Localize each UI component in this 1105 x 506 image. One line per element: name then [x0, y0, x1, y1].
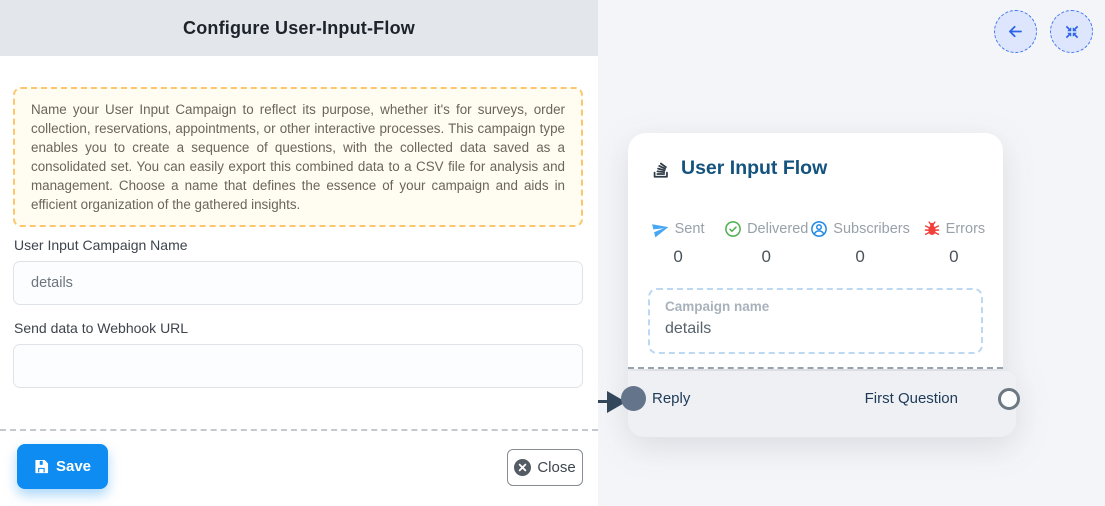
footer-divider	[0, 429, 598, 431]
reply-label: Reply	[652, 390, 690, 407]
compress-icon	[1063, 23, 1081, 41]
first-question-output-handle[interactable]	[998, 388, 1020, 410]
node-body: User Input Flow Sent 0	[628, 133, 1003, 369]
send-icon	[652, 220, 670, 238]
stat-label: Errors	[946, 221, 985, 237]
arrow-left-icon	[1006, 22, 1025, 41]
stat-value: 0	[855, 247, 864, 267]
save-icon	[34, 459, 49, 474]
config-panel: Configure User-Input-Flow Name your User…	[0, 0, 598, 506]
panel-header: Configure User-Input-Flow	[0, 0, 598, 56]
stat-subscribers: Subscribers 0	[810, 220, 910, 267]
stat-delivered: Delivered 0	[722, 220, 810, 267]
stat-value: 0	[761, 247, 770, 267]
webhook-url-label: Send data to Webhook URL	[14, 320, 188, 336]
stat-value: 0	[673, 247, 682, 267]
close-button-label: Close	[537, 459, 575, 476]
stat-label: Subscribers	[833, 221, 910, 237]
campaign-name-box[interactable]: Campaign name details	[648, 288, 983, 354]
info-text: Name your User Input Campaign to reflect…	[31, 102, 565, 212]
close-icon	[514, 459, 531, 476]
campaign-info-box: Name your User Input Campaign to reflect…	[13, 87, 583, 227]
stat-label: Delivered	[747, 221, 808, 237]
node-footer: Reply First Question	[628, 371, 1016, 437]
campaign-box-value: details	[665, 320, 966, 338]
flow-canvas[interactable]: User Input Flow Sent 0	[598, 0, 1105, 506]
fit-view-button[interactable]	[1050, 10, 1093, 53]
node-title: User Input Flow	[681, 157, 827, 180]
check-circle-icon	[724, 220, 742, 238]
stat-errors: Errors 0	[910, 220, 998, 267]
save-button-label: Save	[56, 458, 91, 475]
bug-icon	[923, 220, 941, 238]
user-circle-icon	[810, 220, 828, 238]
page-title: Configure User-Input-Flow	[183, 18, 415, 39]
campaign-name-label: User Input Campaign Name	[14, 237, 188, 253]
save-button[interactable]: Save	[17, 444, 108, 489]
user-input-flow-node[interactable]: User Input Flow Sent 0	[628, 133, 1016, 437]
webhook-url-input[interactable]	[13, 344, 583, 388]
close-button[interactable]: Close	[507, 449, 583, 486]
stat-label: Sent	[675, 221, 705, 237]
node-stats-row: Sent 0 Delivered 0	[634, 220, 998, 267]
stat-sent: Sent 0	[634, 220, 722, 267]
reply-input-handle[interactable]	[621, 386, 646, 411]
stack-icon	[650, 158, 672, 180]
back-button[interactable]	[994, 10, 1037, 53]
campaign-name-input[interactable]	[13, 261, 583, 305]
campaign-box-label: Campaign name	[665, 299, 966, 314]
stat-value: 0	[949, 247, 958, 267]
first-question-label: First Question	[865, 390, 958, 407]
